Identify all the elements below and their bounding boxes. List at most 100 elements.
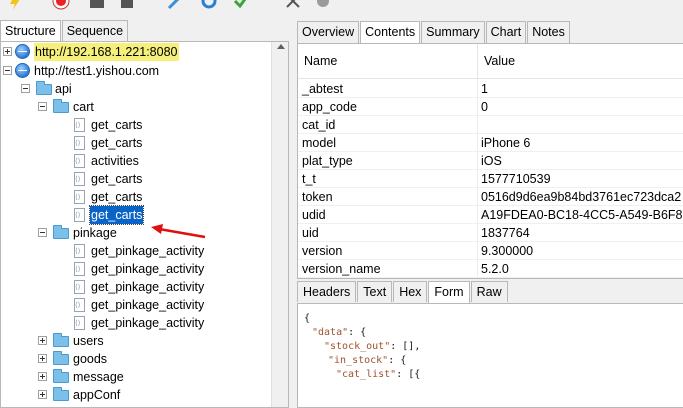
- scroll-up-icon[interactable]: [277, 44, 285, 49]
- column-divider[interactable]: [477, 44, 478, 79]
- folder-label: users: [73, 334, 104, 348]
- tree-request-item-selected[interactable]: get_carts: [1, 205, 271, 225]
- table-row[interactable]: version_name 5.2.0: [298, 260, 683, 278]
- table-row[interactable]: plat_type iOS: [298, 152, 683, 170]
- tree-scrollbar[interactable]: [271, 42, 288, 407]
- expand-toggle-icon[interactable]: [3, 47, 12, 56]
- tree-request-item[interactable]: get_pinkage_activity: [1, 242, 271, 260]
- request-doc-icon: [74, 116, 85, 134]
- table-row[interactable]: model iPhone 6: [298, 134, 683, 152]
- param-name: t_t: [302, 172, 316, 186]
- json-punctuation: : [{: [396, 369, 421, 380]
- json-key: "in_stock": [328, 355, 389, 366]
- expand-toggle-icon[interactable]: [38, 390, 47, 399]
- expand-toggle-icon[interactable]: [38, 372, 47, 381]
- tree-host-node[interactable]: http://192.168.1.221:8080: [1, 43, 271, 61]
- clear-icon[interactable]: [88, 0, 106, 10]
- globe-icon: [15, 44, 30, 59]
- collapse-toggle-icon[interactable]: [21, 84, 30, 93]
- json-key: "cat_list": [336, 369, 397, 380]
- record-icon[interactable]: [52, 0, 70, 10]
- json-line: {: [304, 312, 310, 326]
- tree-folder-goods[interactable]: goods: [1, 350, 271, 368]
- tree-folder-cart[interactable]: cart: [1, 98, 271, 116]
- table-row[interactable]: version 9.300000: [298, 242, 683, 260]
- collapse-toggle-icon[interactable]: [38, 228, 47, 237]
- param-value: iOS: [481, 154, 502, 168]
- table-row[interactable]: udid A19FDEA0-BC18-4CC5-A549-B6F8B: [298, 206, 683, 224]
- request-label: get_pinkage_activity: [91, 280, 205, 294]
- throttle-icon[interactable]: [118, 0, 136, 10]
- tab-summary[interactable]: Summary: [421, 21, 485, 43]
- tree-request-item[interactable]: get_carts: [1, 170, 271, 188]
- tree-request-item[interactable]: get_pinkage_activity: [1, 278, 271, 296]
- folder-label: appConf: [73, 388, 121, 402]
- column-header-value[interactable]: Value: [484, 54, 515, 68]
- json-line: "in_stock": {: [328, 354, 406, 368]
- expand-toggle-icon[interactable]: [38, 336, 47, 345]
- request-label: get_carts: [91, 118, 143, 132]
- check-icon[interactable]: [232, 0, 250, 10]
- param-value: 0: [481, 100, 488, 114]
- expand-toggle-icon[interactable]: [38, 354, 47, 363]
- pen-icon[interactable]: [166, 0, 184, 10]
- tab-sequence[interactable]: Sequence: [61, 20, 129, 42]
- tree-request-item[interactable]: get_carts: [1, 188, 271, 206]
- table-row[interactable]: app_code 0: [298, 98, 683, 116]
- tree-folder-api[interactable]: api: [1, 80, 271, 98]
- tab-form[interactable]: Form: [428, 281, 470, 303]
- request-doc-icon: [74, 260, 85, 278]
- tab-raw[interactable]: Raw: [470, 281, 508, 302]
- tab-text[interactable]: Text: [357, 281, 393, 302]
- body-view-tabs: Headers Text Hex Form Raw: [297, 281, 509, 303]
- param-name: plat_type: [302, 154, 353, 168]
- settings-icon[interactable]: [314, 0, 332, 10]
- json-key: "stock_out": [324, 341, 391, 352]
- tree-host-node[interactable]: http://test1.yishou.com: [1, 62, 271, 80]
- collapse-toggle-icon[interactable]: [38, 102, 47, 111]
- table-row[interactable]: cat_id: [298, 116, 683, 134]
- table-row[interactable]: uid 1837764: [298, 224, 683, 242]
- param-name: model: [302, 136, 337, 150]
- collapse-toggle-icon[interactable]: [3, 66, 12, 75]
- toolbar: [0, 0, 683, 12]
- table-row[interactable]: token 0516d9d6ea9b84bd3761ec723dca2: [298, 188, 683, 206]
- tree-request-item[interactable]: activities: [1, 152, 271, 170]
- tree-request-item[interactable]: get_carts: [1, 116, 271, 134]
- param-value: 1837764: [481, 226, 530, 240]
- tree-folder-message[interactable]: message: [1, 368, 271, 386]
- tree-request-item[interactable]: get_carts: [1, 134, 271, 152]
- folder-icon: [53, 387, 69, 401]
- table-row[interactable]: _abtest 1: [298, 80, 683, 98]
- json-line: "stock_out": [],: [324, 340, 420, 354]
- tab-overview[interactable]: Overview: [297, 21, 360, 43]
- folder-label: goods: [73, 352, 108, 366]
- tools-icon[interactable]: [284, 0, 302, 10]
- response-json-view[interactable]: {"data": {"stock_out": [], "in_stock": {"…: [297, 303, 683, 408]
- tree-folder-pinkage[interactable]: pinkage: [1, 224, 271, 242]
- request-label: get_carts: [88, 205, 145, 225]
- tab-headers[interactable]: Headers: [297, 281, 357, 302]
- lightning-icon[interactable]: [6, 0, 24, 10]
- tab-contents[interactable]: Contents: [360, 21, 421, 44]
- tab-chart[interactable]: Chart: [485, 21, 527, 43]
- table-row[interactable]: t_t 1577710539: [298, 170, 683, 188]
- tree-request-item[interactable]: get_pinkage_activity: [1, 296, 271, 314]
- right-tab-strip: Overview Contents Summary Chart Notes: [297, 21, 571, 44]
- tab-notes[interactable]: Notes: [527, 21, 570, 43]
- panel-splitter[interactable]: [290, 12, 297, 408]
- tree-request-item[interactable]: get_pinkage_activity: [1, 314, 271, 332]
- tree-folder-appconf[interactable]: appConf: [1, 386, 271, 404]
- tab-hex[interactable]: Hex: [393, 281, 428, 302]
- structure-tree[interactable]: http://192.168.1.221:8080 http://test1.y…: [0, 41, 289, 408]
- request-label: activities: [91, 154, 139, 168]
- refresh-icon[interactable]: [200, 0, 218, 10]
- tree-request-item[interactable]: get_pinkage_activity: [1, 260, 271, 278]
- request-label: get_carts: [91, 190, 143, 204]
- request-doc-icon: [74, 314, 85, 332]
- tab-structure[interactable]: Structure: [0, 20, 61, 43]
- request-doc-icon: [74, 188, 85, 206]
- column-header-name[interactable]: Name: [304, 54, 337, 68]
- tree-folder-users[interactable]: users: [1, 332, 271, 350]
- folder-icon: [36, 81, 52, 95]
